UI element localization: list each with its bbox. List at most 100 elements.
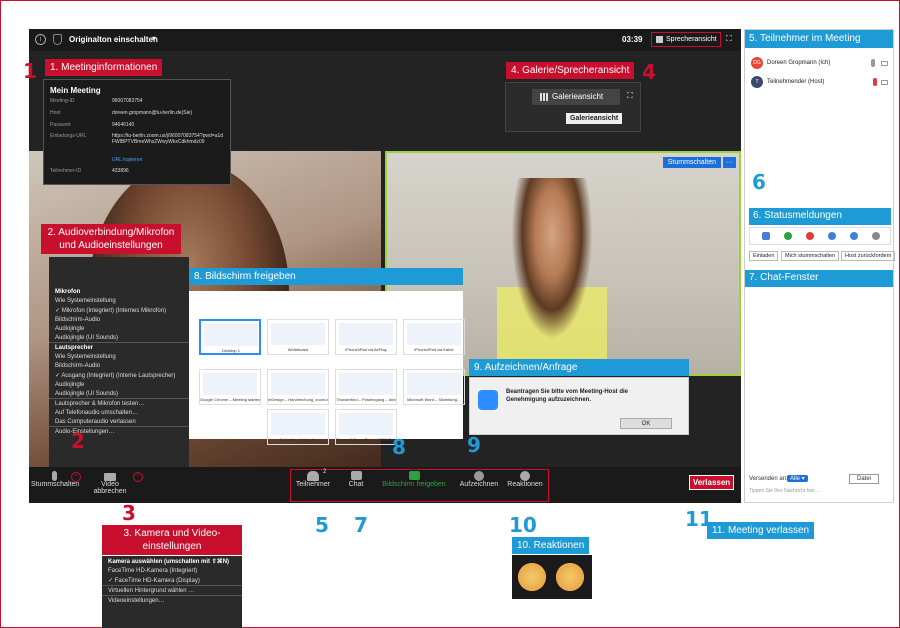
share-screen-dialog: Desktop 1 Whiteboard iPhone/iPad via AirPl…	[189, 291, 465, 445]
share-tile[interactable]: iPhone/iPad via Kabel	[403, 319, 465, 355]
gallery-overlay: Galerieansicht ⛶ Galerieansicht	[505, 82, 641, 132]
status-section-title: 6. Statusmeldungen	[749, 208, 891, 225]
status-action-button[interactable]: Einladen	[749, 251, 779, 261]
thumbs-up-icon[interactable]	[556, 563, 584, 591]
meeting-timer: 03:39	[622, 35, 643, 44]
meeting-info-key: Teilnehmer-ID	[50, 168, 82, 174]
audio-menu-item[interactable]: Auf Telefonaudio umschalten…	[49, 408, 189, 417]
chat-section-title: 7. Chat-Fenster	[745, 270, 893, 287]
share-tile[interactable]: Microsoft Word – Sitzleitung…	[403, 369, 465, 405]
faster-icon[interactable]	[850, 232, 858, 240]
video-menu: Kamera auswählen (umschalten mit ⇧⌘N) Fac…	[102, 556, 242, 628]
audio-options-chevron[interactable]: ^	[71, 472, 81, 482]
share-tile-preview	[407, 323, 461, 345]
participant-row[interactable]: T Teilnehmender (Host)	[751, 76, 891, 90]
share-tile[interactable]: Desktop 1	[199, 319, 261, 355]
record-button[interactable]: Aufzeichnen	[457, 471, 501, 488]
grid-icon	[540, 93, 548, 101]
reactions-button[interactable]: Reaktionen	[505, 471, 545, 488]
callout-gallery: 4. Galerie/Sprecheransicht	[506, 62, 635, 79]
share-tile-preview	[271, 413, 325, 435]
speaker-view-label: Sprecheransicht	[666, 36, 717, 43]
share-screen-button[interactable]: Bildschirm freigeben	[379, 471, 449, 488]
share-tile[interactable]: InDesign – Handreichung_zoom.in…	[267, 369, 329, 405]
raise-hand-icon[interactable]	[762, 232, 770, 240]
audio-menu-item[interactable]: Das Computeraudio verlassen	[49, 417, 189, 426]
slower-icon[interactable]	[828, 232, 836, 240]
participant-row[interactable]: DG Doreen Gropmann (Ich)	[751, 57, 891, 71]
copy-url-link[interactable]: URL kopieren	[112, 157, 142, 163]
speaker-header: Lautsprecher	[55, 344, 94, 351]
mic-option[interactable]: Wie Systemeinstellung	[49, 296, 189, 305]
speaker-option[interactable]: Bildschirm-Audio	[49, 361, 189, 370]
callout-audio: 2. Audioverbindung/Mikrofon und Audioein…	[41, 224, 181, 254]
reactions-emoji-box	[512, 555, 592, 599]
fullscreen-icon[interactable]: ⛶	[627, 91, 633, 101]
chevron-down-icon[interactable]: ▾	[152, 34, 156, 43]
no-icon[interactable]	[806, 232, 814, 240]
info-icon[interactable]: i	[35, 34, 46, 45]
share-tile-preview	[204, 324, 258, 346]
share-screen-label: Bildschirm freigeben	[382, 481, 446, 488]
callout-record: 9. Aufzeichnen/Anfrage	[469, 359, 689, 376]
microphone-icon	[871, 59, 875, 67]
marker-10: 10	[509, 513, 537, 537]
share-tile[interactable]: Thunderbird – Posteingang – done…	[335, 369, 397, 405]
share-tile[interactable]: Whiteboard	[267, 319, 329, 355]
speaker-option[interactable]: ✓ Ausgang (Integriert) (Interne Lautspre…	[49, 370, 189, 380]
chat-input[interactable]: Tippen Sie Ihre Nachricht hier…	[749, 488, 820, 494]
more-icon[interactable]	[872, 232, 880, 240]
record-request-text: Beantragen Sie bitte vom Meeting-Host di…	[506, 389, 629, 403]
shield-icon[interactable]	[53, 34, 62, 45]
participant-name: Doreen Gropmann (Ich)	[767, 60, 831, 66]
camera-option[interactable]: ✓ FaceTime HD-Kamera (Display)	[102, 575, 242, 585]
yes-icon[interactable]	[784, 232, 792, 240]
mic-option[interactable]: Bildschirm-Audio	[49, 315, 189, 324]
zoom-window: i Originalton einschalten ▾ 03:39 Sprech…	[29, 29, 741, 503]
leave-button[interactable]: Verlassen	[689, 475, 734, 490]
chat-label: Chat	[348, 481, 364, 488]
clap-icon[interactable]	[518, 563, 546, 591]
more-icon[interactable]: ···	[723, 157, 736, 168]
speaker-option[interactable]: Audiojingle	[49, 380, 189, 389]
participants-label: Teilnehmer	[295, 481, 331, 488]
mute-button[interactable]: Stummschalten	[31, 471, 79, 488]
share-tile-preview	[339, 373, 393, 395]
fullscreen-icon[interactable]: ⛶	[726, 34, 732, 44]
marker-4: 4	[642, 60, 656, 84]
status-action-button[interactable]: Mich stummschalten	[781, 251, 840, 261]
share-tile[interactable]: Microsoft PowerPoint – 2004 Zoo…	[335, 409, 397, 445]
original-sound-button[interactable]: Originalton einschalten	[69, 35, 158, 44]
video-camera-icon	[104, 473, 116, 481]
share-tile[interactable]: Kalender – Kalender	[267, 409, 329, 445]
participants-icon	[307, 471, 319, 481]
audio-menu-item[interactable]: Lautsprecher & Mikrofon testen…	[49, 399, 189, 408]
meeting-info-value: 433896	[112, 168, 129, 174]
share-tile[interactable]: Google Chrome – Meeting starten…	[199, 369, 261, 405]
mic-option[interactable]: ✓ Mikrofon (Integriert) (Internes Mikrof…	[49, 305, 189, 315]
video-button[interactable]: Video abbrechen	[87, 471, 133, 495]
share-tile-label: Microsoft Word – Sitzleitung…	[407, 397, 461, 402]
grid-icon	[656, 36, 663, 43]
mute-participant-button[interactable]: Stummschalten	[662, 157, 721, 168]
status-action-button[interactable]: Host zurückfordern	[841, 251, 896, 261]
send-to-select[interactable]: Alle ▾	[787, 475, 808, 482]
share-tile[interactable]: iPhone/iPad via AirPlay	[335, 319, 397, 355]
video-settings-item[interactable]: Videoeinstellungen…	[102, 596, 242, 605]
audio-settings-item[interactable]: Audio-Einstellungen…	[49, 427, 189, 436]
file-button[interactable]: Datei	[849, 474, 879, 484]
speaker-option[interactable]: Audiojingle (UI Sounds)	[49, 389, 189, 398]
video-options-chevron[interactable]: ^	[133, 472, 143, 482]
reactions-label: Reaktionen	[507, 481, 543, 488]
mic-option[interactable]: Audiojingle (UI Sounds)	[49, 333, 189, 342]
microphone-icon	[51, 471, 57, 481]
mic-option[interactable]: Audiojingle	[49, 324, 189, 333]
meeting-info-title: Mein Meeting	[50, 86, 101, 95]
virtual-background-item[interactable]: Virtuellen Hintergrund wählen …	[102, 586, 242, 595]
share-tile-label: Thunderbird – Posteingang – done…	[336, 397, 396, 402]
chat-button[interactable]: Chat	[341, 471, 371, 488]
speaker-option[interactable]: Wie Systemeinstellung	[49, 352, 189, 361]
ok-button[interactable]: OK	[620, 418, 672, 429]
camera-option[interactable]: FaceTime HD-Kamera (Integriert)	[102, 566, 242, 575]
zoom-toolbar: Stummschalten ^ Video abbrechen ^ Teilne…	[29, 467, 741, 503]
